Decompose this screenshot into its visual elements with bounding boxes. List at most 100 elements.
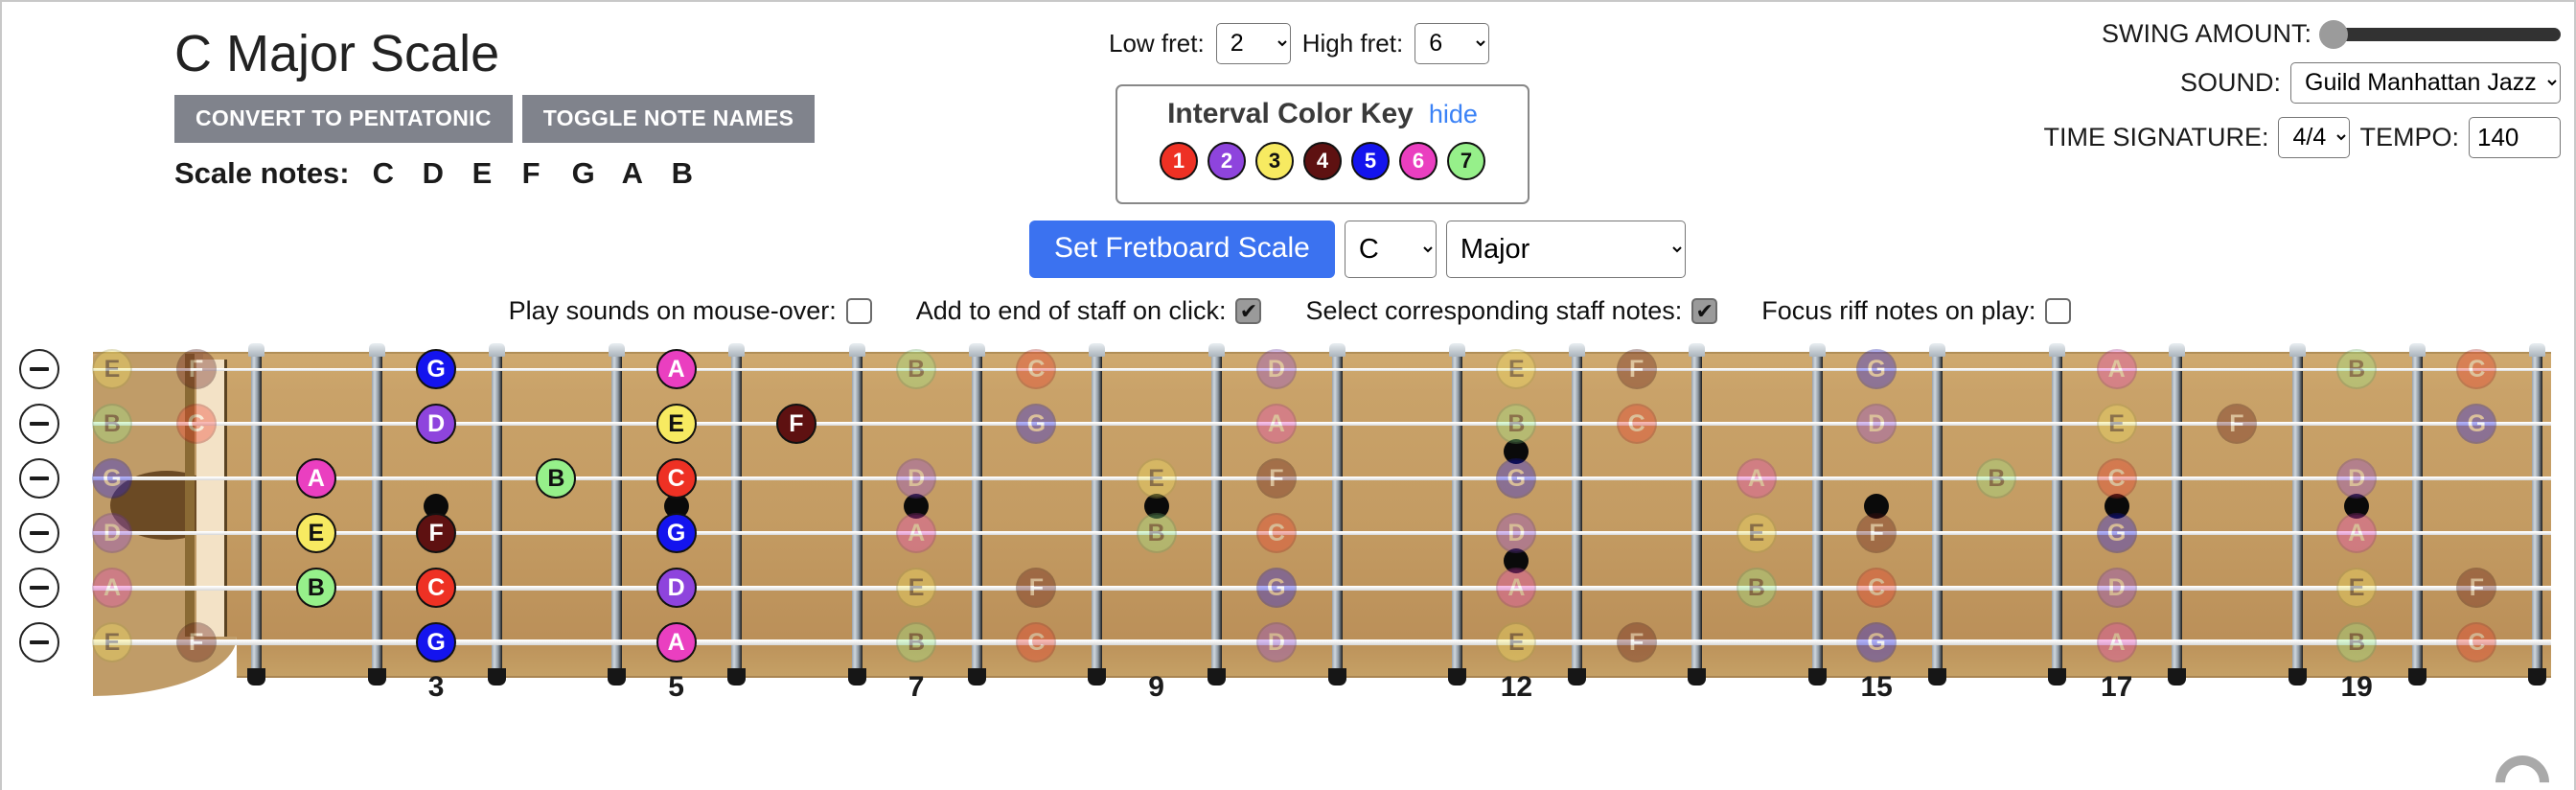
note-marker-s5-f2-B[interactable]: B (295, 568, 336, 608)
note-marker-s3-f19-D[interactable]: D (2336, 458, 2378, 499)
fret-wire-20 (2528, 343, 2546, 685)
note-marker-s6-f0-E[interactable]: E (92, 622, 132, 662)
note-marker-s3-f14-A[interactable]: A (1736, 458, 1777, 499)
note-marker-s1-f17-A[interactable]: A (2096, 349, 2137, 389)
high-fret-select[interactable]: 0123456789101112 (1414, 23, 1490, 64)
note-marker-s4-f17-G[interactable]: G (2096, 513, 2137, 553)
note-marker-s3-f2-A[interactable]: A (295, 458, 336, 499)
note-marker-s2-f13-C[interactable]: C (1616, 404, 1657, 444)
interval-dot-4[interactable]: 4 (1303, 142, 1342, 180)
convert-to-pentatonic-button[interactable]: CONVERT TO PENTATONIC (174, 94, 513, 143)
set-fretboard-scale-button[interactable]: Set Fretboard Scale (1029, 221, 1335, 278)
checkbox-add-to-end-of-staff-on-click[interactable]: ✔ (1235, 298, 1262, 324)
note-marker-s4-f7-A[interactable]: A (896, 513, 937, 553)
scale-key-select[interactable]: CC#DD#EFF#GG#AA#B (1344, 221, 1437, 278)
note-marker-s6-f13-F[interactable]: F (1616, 622, 1657, 662)
note-marker-s5-f14-B[interactable]: B (1736, 568, 1777, 608)
note-marker-s2-f17-E[interactable]: E (2096, 404, 2137, 444)
scale-mode-select[interactable]: MajorMinorDorianMixolydian (1445, 221, 1686, 278)
interval-dot-5[interactable]: 5 (1351, 142, 1390, 180)
swing-amount-slider-knob[interactable] (2319, 19, 2348, 49)
mute-string-3-button[interactable] (19, 458, 59, 499)
note-marker-s3-f7-D[interactable]: D (896, 458, 937, 499)
note-marker-s5-f19-E[interactable]: E (2336, 568, 2378, 608)
tempo-input[interactable] (2469, 117, 2561, 158)
note-marker-s3-f17-C[interactable]: C (2096, 458, 2137, 499)
string-2[interactable] (93, 422, 2551, 426)
note-marker-s2-f3-D[interactable]: D (416, 404, 457, 444)
note-marker-s4-f2-E[interactable]: E (295, 513, 336, 553)
interval-dot-6[interactable]: 6 (1399, 142, 1438, 180)
interval-dot-7[interactable]: 7 (1447, 142, 1485, 180)
note-marker-s2-f18-F[interactable]: F (2216, 404, 2257, 444)
note-marker-s4-f10-C[interactable]: C (1255, 513, 1297, 553)
note-marker-s5-f15-C[interactable]: C (1856, 568, 1898, 608)
note-marker-s4-f9-B[interactable]: B (1136, 513, 1177, 553)
sound-select[interactable]: Guild Manhattan Jazz (2290, 62, 2561, 104)
note-marker-s4-f3-F[interactable]: F (416, 513, 457, 553)
note-marker-s2-f1-C[interactable]: C (175, 404, 217, 444)
note-marker-s2-f0-B[interactable]: B (92, 404, 132, 444)
mute-string-1-button[interactable] (19, 349, 59, 389)
note-marker-s6-f5-A[interactable]: A (656, 622, 697, 662)
note-marker-s6-f17-A[interactable]: A (2096, 622, 2137, 662)
note-marker-s1-f5-A[interactable]: A (656, 349, 697, 389)
note-marker-s1-f19-B[interactable]: B (2336, 349, 2378, 389)
note-marker-s4-f15-F[interactable]: F (1856, 513, 1898, 553)
toggle-note-names-button[interactable]: TOGGLE NOTE NAMES (521, 94, 816, 143)
note-marker-s4-f19-A[interactable]: A (2336, 513, 2378, 553)
string-1[interactable] (93, 367, 2551, 371)
interval-color-key-hide-link[interactable]: hide (1429, 100, 1478, 129)
note-marker-s1-f3-G[interactable]: G (416, 349, 457, 389)
note-marker-s1-f1-F[interactable]: F (175, 349, 217, 389)
checkbox-play-sounds-on-mouse-over[interactable] (845, 298, 872, 324)
string-4[interactable] (93, 530, 2551, 536)
note-marker-s5-f5-D[interactable]: D (656, 568, 697, 608)
mute-string-5-button[interactable] (19, 568, 59, 608)
mute-string-6-button[interactable] (19, 622, 59, 662)
note-marker-s1-f15-G[interactable]: G (1856, 349, 1898, 389)
note-marker-s6-f19-B[interactable]: B (2336, 622, 2378, 662)
note-marker-s2-f15-D[interactable]: D (1856, 404, 1898, 444)
mute-string-4-button[interactable] (19, 513, 59, 553)
note-marker-s4-f14-E[interactable]: E (1736, 513, 1777, 553)
note-marker-s3-f9-E[interactable]: E (1136, 458, 1177, 499)
note-marker-s4-f5-G[interactable]: G (656, 513, 697, 553)
note-marker-s2-f5-E[interactable]: E (656, 404, 697, 444)
time-signature-select[interactable]: 4/43/46/8 (2278, 117, 2351, 158)
low-fret-select[interactable]: 0123456789101112 (1215, 23, 1291, 64)
swing-amount-slider[interactable] (2319, 19, 2561, 49)
interval-dot-3[interactable]: 3 (1255, 142, 1294, 180)
note-marker-s1-f10-D[interactable]: D (1255, 349, 1297, 389)
note-marker-s5-f7-E[interactable]: E (896, 568, 937, 608)
option-label-add-to-end-of-staff-on-click: Add to end of staff on click: (915, 296, 1227, 325)
guitar-neck (93, 352, 2551, 696)
note-marker-s3-f5-C[interactable]: C (656, 458, 697, 499)
note-marker-s5-f17-D[interactable]: D (2096, 568, 2137, 608)
checkbox-select-corresponding-staff-notes[interactable]: ✔ (1691, 298, 1718, 324)
note-marker-s6-f10-D[interactable]: D (1255, 622, 1297, 662)
note-marker-s6-f7-B[interactable]: B (896, 622, 937, 662)
note-marker-s6-f1-F[interactable]: F (175, 622, 217, 662)
note-marker-s5-f3-C[interactable]: C (416, 568, 457, 608)
string-3[interactable] (93, 476, 2551, 480)
checkbox-focus-riff-notes-on-play[interactable] (2045, 298, 2072, 324)
mute-string-2-button[interactable] (19, 404, 59, 444)
interval-dot-2[interactable]: 2 (1208, 142, 1246, 180)
note-marker-s2-f6-F[interactable]: F (775, 404, 816, 444)
note-marker-s1-f0-E[interactable]: E (92, 349, 132, 389)
string-6[interactable] (93, 639, 2551, 645)
interval-dot-1[interactable]: 1 (1160, 142, 1198, 180)
note-marker-s4-f0-D[interactable]: D (92, 513, 132, 553)
note-marker-s2-f10-A[interactable]: A (1255, 404, 1297, 444)
note-marker-s3-f10-F[interactable]: F (1255, 458, 1297, 499)
note-marker-s1-f13-F[interactable]: F (1616, 349, 1657, 389)
scale-notes-row: Scale notes: C D E F G A B (174, 156, 815, 191)
note-marker-s5-f0-A[interactable]: A (92, 568, 132, 608)
note-marker-s5-f10-G[interactable]: G (1255, 568, 1297, 608)
note-marker-s6-f15-G[interactable]: G (1856, 622, 1898, 662)
string-5[interactable] (93, 585, 2551, 591)
note-marker-s6-f3-G[interactable]: G (416, 622, 457, 662)
note-marker-s3-f0-G[interactable]: G (92, 458, 132, 499)
note-marker-s1-f7-B[interactable]: B (896, 349, 937, 389)
